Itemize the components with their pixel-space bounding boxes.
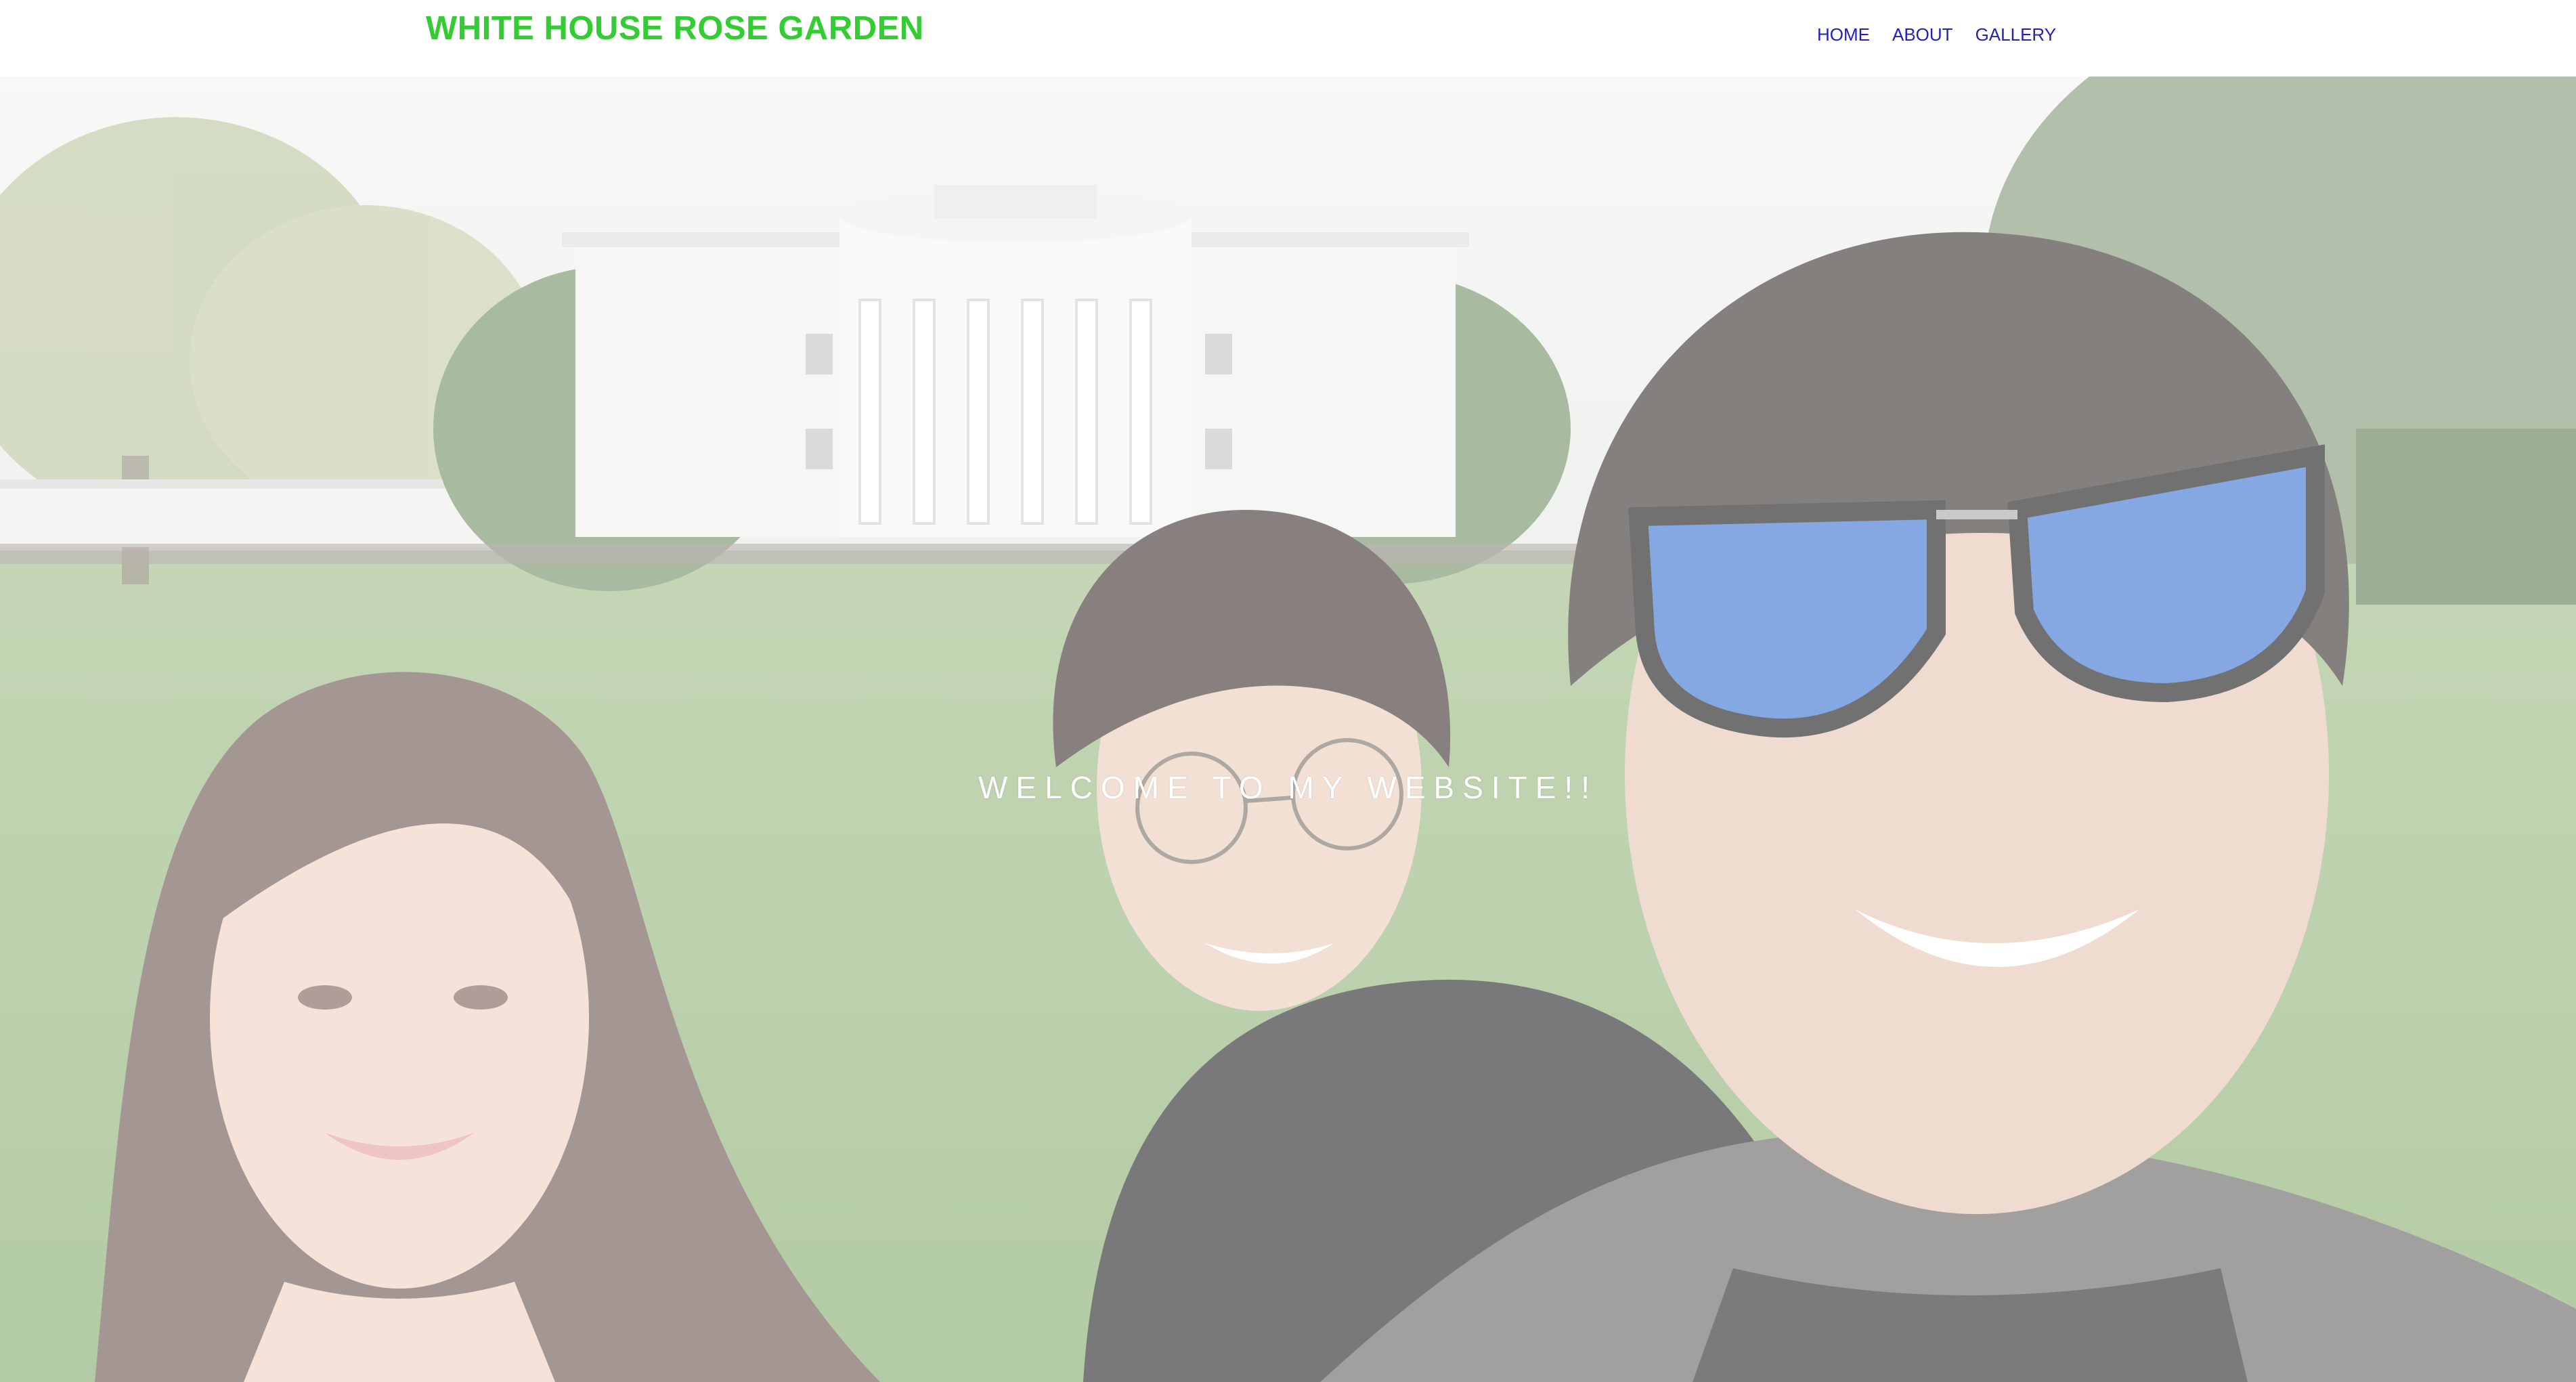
hero-overlay <box>0 77 2576 1382</box>
nav-home-link[interactable]: HOME <box>1817 24 1870 45</box>
site-title-link[interactable]: WHITE HOUSE ROSE GARDEN <box>426 9 924 47</box>
main-nav: HOME ABOUT GALLERY <box>1817 24 2056 45</box>
hero-heading: WELCOME TO MY WEBSITE!! <box>978 770 1598 805</box>
nav-about-link[interactable]: ABOUT <box>1892 24 1953 45</box>
hero-section: WELCOME TO MY WEBSITE!! <box>0 77 2576 1382</box>
top-navbar: WHITE HOUSE ROSE GARDEN HOME ABOUT GALLE… <box>0 0 2576 77</box>
nav-gallery-link[interactable]: GALLERY <box>1975 24 2056 45</box>
hero-background-photo <box>0 77 2576 1382</box>
